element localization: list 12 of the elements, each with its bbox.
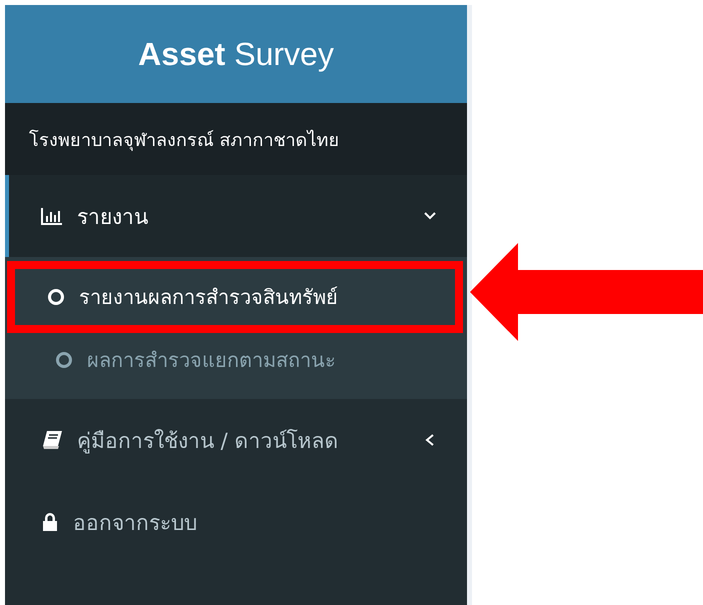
organization-name: โรงพยาบาลจุฬาลงกรณ์ สภากาชาดไทย (29, 128, 340, 153)
menu-item[interactable]: คู่มือการใช้งาน / ดาวน์โหลด (5, 399, 467, 481)
submenu-item[interactable]: รายงานผลการสำรวจสินทรัพย์ (7, 261, 463, 333)
circle-icon (55, 351, 73, 369)
bar-chart-icon (41, 207, 63, 225)
lock-icon (41, 512, 59, 532)
app-title: Asset Survey (138, 36, 334, 72)
menu-item[interactable]: รายงาน (5, 175, 467, 257)
menu-item[interactable]: ออกจากระบบ (5, 481, 467, 563)
book-icon (41, 430, 63, 450)
circle-icon (47, 288, 65, 306)
submenu-item[interactable]: ผลการสำรวจแยกตามสถานะ (13, 333, 469, 387)
